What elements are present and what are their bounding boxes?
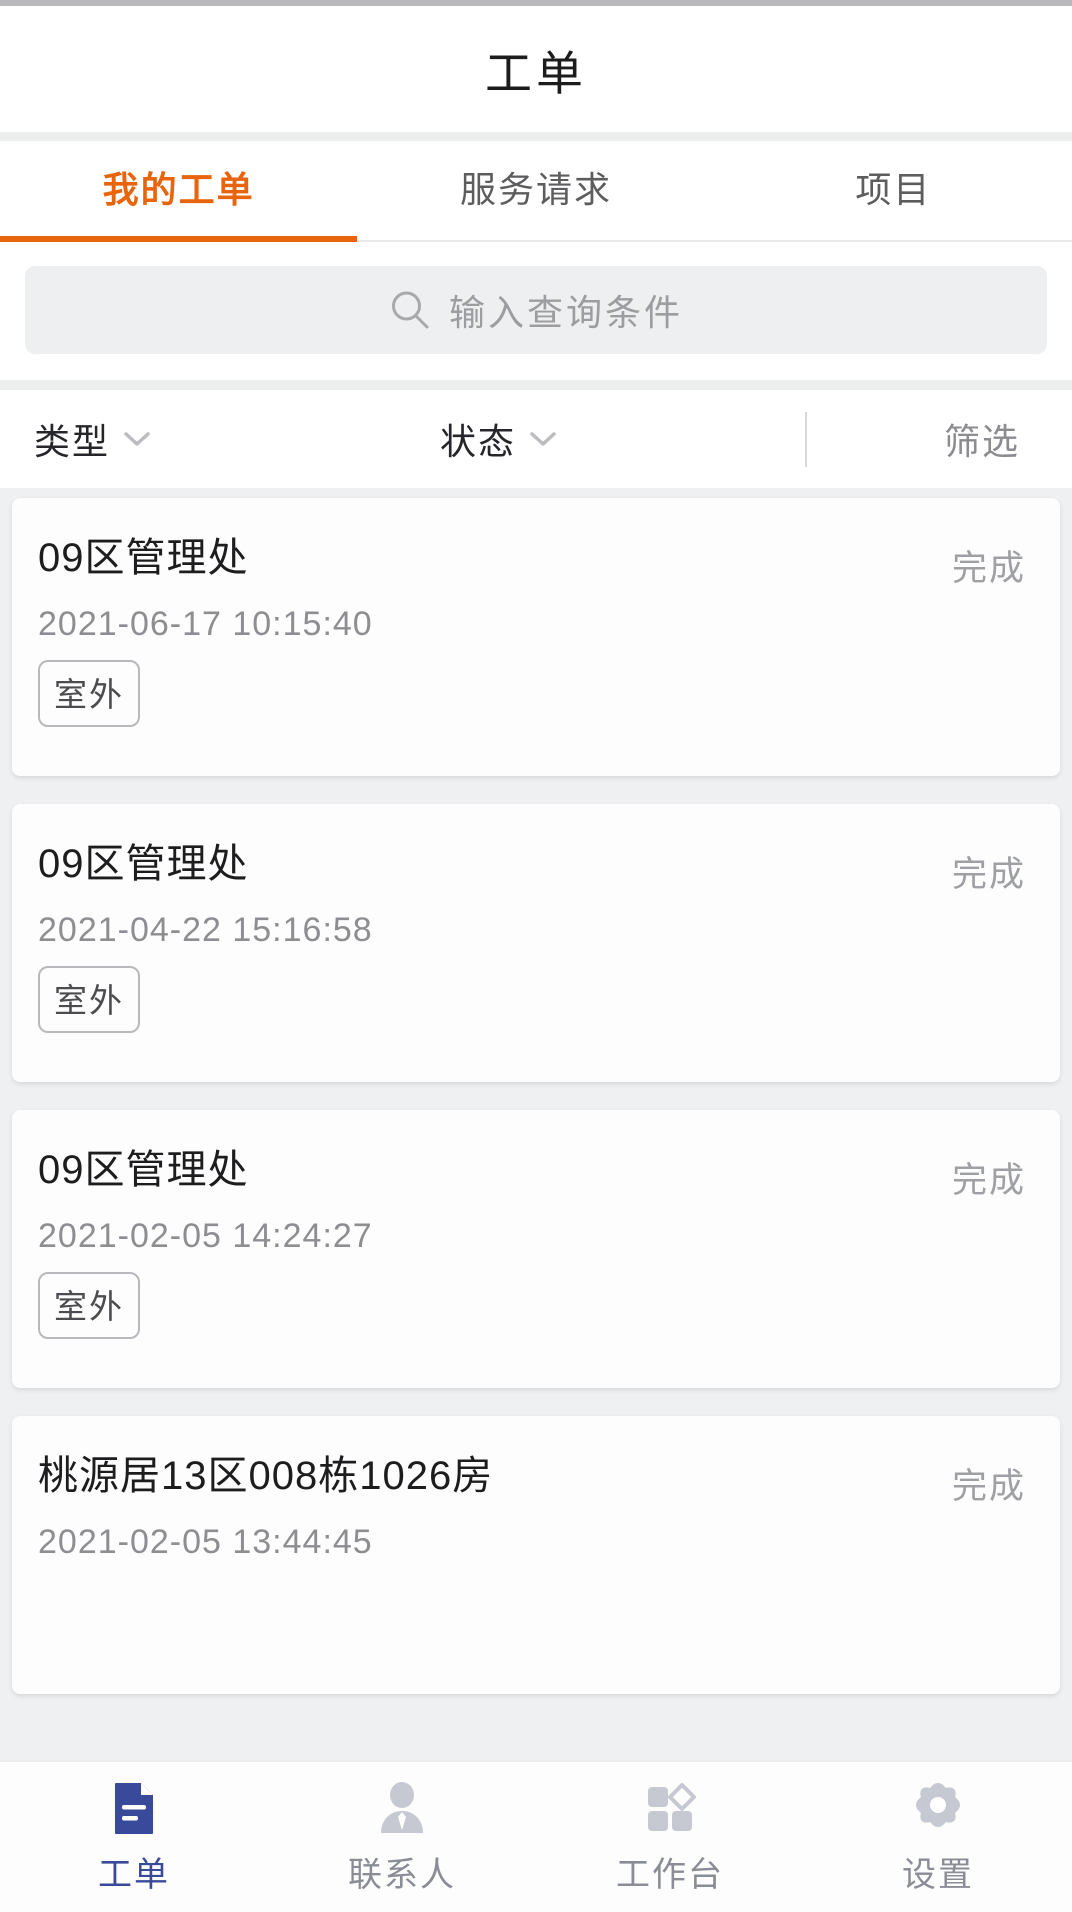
filter-status-dropdown[interactable]: 状态: [440, 413, 556, 465]
filter-type-label: 类型: [34, 421, 111, 462]
person-icon: [373, 1779, 431, 1837]
nav-label: 设置: [902, 1855, 974, 1894]
card-tag: 室外: [38, 1272, 140, 1339]
filter-divider: [805, 412, 807, 467]
workbench-icon: [641, 1779, 699, 1837]
work-order-card[interactable]: 桃源居13区008栋1026房 完成 2021-02-05 13:44:45: [12, 1416, 1060, 1694]
filter-bar: 类型 状态 筛选: [0, 390, 1072, 488]
page-header: 工单: [0, 6, 1072, 132]
card-tag: 室外: [38, 966, 140, 1033]
nav-label: 工作台: [616, 1855, 724, 1894]
tab-service-request[interactable]: 服务请求: [357, 141, 714, 238]
nav-label: 工单: [98, 1855, 170, 1894]
card-date: 2021-04-22 15:16:58: [38, 911, 373, 949]
card-date: 2021-06-17 10:15:40: [38, 605, 373, 643]
filter-type-dropdown[interactable]: 类型: [34, 413, 150, 465]
tab-project[interactable]: 项目: [715, 141, 1072, 238]
nav-item-work-orders[interactable]: 工单: [0, 1779, 268, 1896]
card-date: 2021-02-05 13:44:45: [38, 1523, 373, 1561]
card-title: 桃源居13区008栋1026房: [38, 1454, 494, 1498]
search-placeholder: 输入查询条件: [448, 292, 683, 333]
card-date: 2021-02-05 14:24:27: [38, 1217, 373, 1255]
nav-item-settings[interactable]: 设置: [804, 1779, 1072, 1896]
nav-label: 联系人: [348, 1855, 456, 1894]
app-root: 工单 我的工单 服务请求 项目 输入查询条件 类型 状态 筛选 09区管理处 完…: [0, 0, 1072, 1912]
work-order-card[interactable]: 09区管理处 完成 2021-02-05 14:24:27 室外: [12, 1110, 1060, 1388]
nav-item-contacts[interactable]: 联系人: [268, 1779, 536, 1896]
search-filter-divider: [0, 380, 1072, 390]
chevron-down-icon: [530, 431, 556, 447]
status-badge: 完成: [951, 1161, 1026, 1200]
card-title: 09区管理处: [38, 842, 249, 886]
work-order-card[interactable]: 09区管理处 完成 2021-06-17 10:15:40 室外: [12, 498, 1060, 776]
filter-status-label: 状态: [440, 421, 517, 462]
tab-my-work-orders[interactable]: 我的工单: [0, 141, 357, 238]
status-badge: 完成: [951, 855, 1026, 894]
document-icon: [105, 1779, 163, 1837]
tab-active-indicator: [0, 236, 357, 242]
search-icon: [389, 289, 431, 331]
nav-item-workbench[interactable]: 工作台: [536, 1779, 804, 1896]
gear-icon: [909, 1779, 967, 1837]
card-title: 09区管理处: [38, 1148, 249, 1192]
status-badge: 完成: [951, 1467, 1026, 1506]
card-title: 09区管理处: [38, 536, 249, 580]
status-badge: 完成: [951, 549, 1026, 588]
filter-screen-button[interactable]: 筛选: [944, 413, 1020, 465]
work-order-card[interactable]: 09区管理处 完成 2021-04-22 15:16:58 室外: [12, 804, 1060, 1082]
search-section: 输入查询条件: [0, 242, 1072, 380]
work-order-list[interactable]: 09区管理处 完成 2021-06-17 10:15:40 室外 09区管理处 …: [0, 488, 1072, 1912]
page-title: 工单: [485, 46, 587, 100]
search-input[interactable]: 输入查询条件: [25, 266, 1047, 354]
card-tag: 室外: [38, 660, 140, 727]
bottom-navigation: 工单 联系人 工作台 设置: [0, 1760, 1072, 1912]
tab-bar: 我的工单 服务请求 项目: [0, 141, 1072, 242]
chevron-down-icon: [124, 431, 150, 447]
header-divider: [0, 132, 1072, 141]
